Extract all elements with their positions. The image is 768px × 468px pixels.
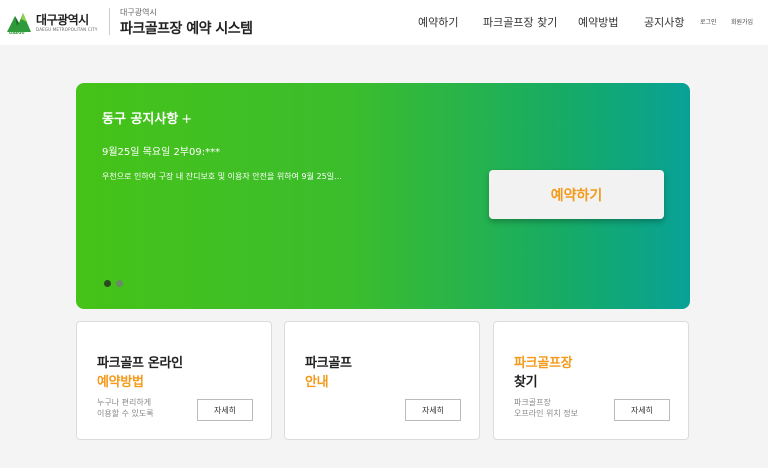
header-divider bbox=[109, 8, 110, 35]
card-title-line1: 파크골프 온라인 bbox=[97, 356, 183, 371]
card-desc-line2: 오프라인 위치 정보 bbox=[514, 409, 578, 418]
card-park-golf-guide[interactable]: 파크골프 안내 자세히 bbox=[284, 321, 480, 440]
card-title-line2: 안내 bbox=[305, 375, 329, 390]
card-desc-line1: 파크골프장 bbox=[514, 398, 551, 407]
logo-small-text: DAEGU bbox=[9, 30, 25, 35]
banner-description[interactable]: 우천으로 인하여 구장 내 잔디보호 및 이용자 안전을 위하여 9월 25일.… bbox=[102, 171, 342, 182]
plus-icon[interactable]: + bbox=[181, 112, 192, 127]
slide-dot-2[interactable] bbox=[116, 280, 123, 287]
details-button[interactable]: 자세히 bbox=[614, 399, 670, 421]
nav-reservation-method[interactable]: 예약방법 bbox=[578, 14, 618, 30]
signup-link[interactable]: 회원가입 bbox=[731, 17, 753, 26]
header: DAEGU 대구광역시 DAEGU METROPOLITAN CITY 대구광역… bbox=[0, 0, 768, 45]
card-title-line1: 파크골프장 bbox=[514, 356, 573, 371]
notice-banner: 동구 공지사항 + 9월25일 목요일 2부09:*** 우천으로 인하여 구장 … bbox=[76, 83, 690, 309]
card-title-line2: 찾기 bbox=[514, 375, 538, 390]
logo-subtitle: DAEGU METROPOLITAN CITY bbox=[36, 27, 98, 32]
daegu-logo[interactable]: DAEGU 대구광역시 DAEGU METROPOLITAN CITY bbox=[6, 8, 102, 36]
reserve-button[interactable]: 예약하기 bbox=[489, 170, 664, 219]
nav-find-course[interactable]: 파크골프장 찾기 bbox=[483, 14, 557, 30]
card-desc-line2: 이용할 수 있도록 bbox=[97, 409, 154, 418]
card-find-course[interactable]: 파크골프장 찾기 파크골프장 오프라인 위치 정보 자세히 bbox=[493, 321, 689, 440]
slide-dot-1[interactable] bbox=[104, 280, 111, 287]
nav-notices[interactable]: 공지사항 bbox=[644, 14, 684, 30]
nav-reserve[interactable]: 예약하기 bbox=[418, 14, 458, 30]
details-button[interactable]: 자세히 bbox=[197, 399, 253, 421]
banner-title-text: 동구 공지사항 bbox=[102, 112, 179, 127]
logo-name: 대구광역시 bbox=[36, 13, 89, 27]
details-button[interactable]: 자세히 bbox=[405, 399, 461, 421]
card-title-line2: 예약방법 bbox=[97, 375, 144, 390]
banner-date: 9월25일 목요일 2부09:*** bbox=[102, 147, 221, 158]
login-link[interactable]: 로그인 bbox=[700, 17, 717, 26]
system-title[interactable]: 파크골프장 예약 시스템 bbox=[120, 18, 253, 38]
card-online-reservation[interactable]: 파크골프 온라인 예약방법 누구나 편리하게 이용할 수 있도록 자세히 bbox=[76, 321, 272, 440]
banner-title[interactable]: 동구 공지사항 + bbox=[102, 108, 192, 127]
card-title-line1: 파크골프 bbox=[305, 356, 352, 371]
system-owner: 대구광역시 bbox=[120, 8, 157, 17]
card-desc-line1: 누구나 편리하게 bbox=[97, 398, 152, 407]
